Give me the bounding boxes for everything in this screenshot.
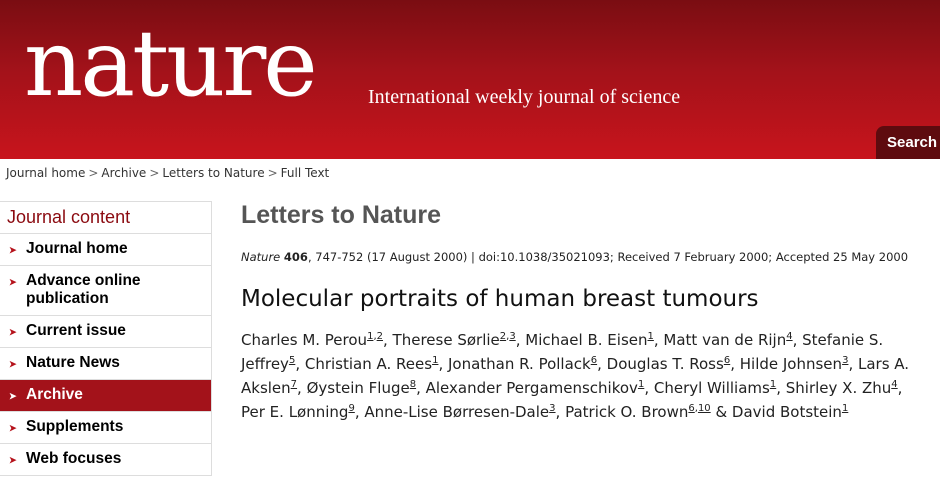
- affiliation-link[interactable]: 1: [432, 355, 438, 366]
- affiliation-link[interactable]: 7: [291, 379, 297, 390]
- arrow-right-icon: ➤: [9, 245, 17, 255]
- sidebar-item-label: Current issue: [26, 322, 126, 339]
- sidebar-item-label: Journal home: [26, 240, 128, 257]
- affiliation-link[interactable]: 1: [638, 379, 644, 390]
- author-name: Anne-Lise Børresen-Dale: [364, 403, 550, 421]
- author-name: Christian A. Rees: [304, 355, 433, 373]
- sidebar-item-label: Web focuses: [26, 450, 122, 467]
- author-name: Alexander Pergamenschikov: [425, 379, 638, 397]
- author-list: Charles M. Perou1,2, Therese Sørlie2,3, …: [241, 331, 910, 421]
- author-name: Shirley X. Zhu: [785, 379, 892, 397]
- breadcrumb-item[interactable]: Letters to Nature: [162, 166, 264, 180]
- affiliation-link[interactable]: 8: [410, 379, 416, 390]
- site-header: nature International weekly journal of s…: [0, 0, 940, 159]
- section-title: Letters to Nature: [241, 201, 442, 229]
- arrow-right-icon: ➤: [9, 277, 17, 287]
- sidebar-item[interactable]: ➤ Archive: [0, 380, 212, 412]
- citation-journal: Nature: [241, 250, 281, 264]
- sidebar-item-label: Advance online publication: [26, 272, 141, 307]
- nature-logo[interactable]: nature: [24, 18, 318, 110]
- affiliation-link[interactable]: 1: [842, 403, 848, 414]
- sidebar-item[interactable]: ➤ Current issue: [0, 316, 212, 348]
- author-name: Douglas T. Ross: [606, 355, 724, 373]
- citation: Nature 406, 747-752 (17 August 2000) | d…: [241, 250, 931, 264]
- affiliation-link[interactable]: 4: [786, 331, 792, 342]
- author-name: Jonathan R. Pollack: [447, 355, 591, 373]
- arrow-right-icon: ➤: [9, 359, 17, 369]
- main-content: Letters to Nature Nature 406, 747-752 (1…: [241, 199, 940, 424]
- sidebar-item[interactable]: ➤ Supplements: [0, 412, 212, 444]
- author-name: Matt van de Rijn: [663, 331, 787, 349]
- breadcrumb: Journal home > Archive > Letters to Nature > F…: [6, 166, 329, 180]
- author-name: Patrick O. Brown: [565, 403, 689, 421]
- affiliation-link[interactable]: 6: [591, 355, 597, 366]
- breadcrumb-separator: >: [88, 166, 99, 180]
- sidebar-item-label: Archive: [26, 386, 83, 403]
- sidebar-item[interactable]: ➤ Web focuses: [0, 444, 212, 476]
- author-name: Therese Sørlie: [392, 331, 500, 349]
- sidebar: Journal content ➤ Journal home ➤ Advance on…: [0, 201, 212, 476]
- sidebar-item-label: Supplements: [26, 418, 124, 435]
- author-name: Øystein Fluge: [306, 379, 410, 397]
- breadcrumb-separator: >: [267, 166, 278, 180]
- author-name: David Botstein: [731, 403, 842, 421]
- author-name: Charles M. Perou: [241, 331, 368, 349]
- affiliation-link[interactable]: 5: [289, 355, 295, 366]
- affiliation-link[interactable]: 10: [698, 403, 711, 414]
- citation-details: , 747-752 (17 August 2000) | doi:10.1038…: [307, 250, 909, 264]
- sidebar-item[interactable]: ➤ Journal home: [0, 234, 212, 266]
- tagline: International weekly journal of science: [368, 86, 681, 108]
- search-button[interactable]: Search: [876, 126, 940, 159]
- sidebar-item-label: Nature News: [26, 354, 120, 371]
- author-name: Hilde Johnsen: [739, 355, 843, 373]
- affiliation-link[interactable]: 4: [891, 379, 897, 390]
- breadcrumb-item[interactable]: Journal home: [6, 166, 85, 180]
- breadcrumb-separator: >: [149, 166, 160, 180]
- affiliation-link[interactable]: 3: [549, 403, 555, 414]
- sidebar-item[interactable]: ➤ Advance online publication: [0, 266, 212, 316]
- affiliation-link[interactable]: 6: [724, 355, 730, 366]
- sidebar-item[interactable]: ➤ Nature News: [0, 348, 212, 380]
- affiliation-link[interactable]: 1: [648, 331, 654, 342]
- breadcrumb-item: Full Text: [280, 166, 330, 180]
- affiliation-link[interactable]: 9: [348, 403, 354, 414]
- affiliation-link[interactable]: 3: [509, 331, 515, 342]
- affiliation-link[interactable]: 2: [377, 331, 383, 342]
- breadcrumb-item[interactable]: Archive: [101, 166, 146, 180]
- arrow-right-icon: ➤: [9, 423, 17, 433]
- arrow-right-icon: ➤: [9, 391, 17, 401]
- citation-volume: 406: [283, 250, 308, 264]
- affiliation-link[interactable]: 1: [770, 379, 776, 390]
- affiliation-link[interactable]: 3: [842, 355, 848, 366]
- arrow-right-icon: ➤: [9, 327, 17, 337]
- author-name: Michael B. Eisen: [525, 331, 648, 349]
- sidebar-heading: Journal content: [0, 201, 212, 234]
- article-title: Molecular portraits of human breast tumo…: [241, 286, 759, 312]
- author-name: Cheryl Williams: [653, 379, 770, 397]
- author-name: Per E. Lønning: [241, 403, 349, 421]
- arrow-right-icon: ➤: [9, 455, 17, 465]
